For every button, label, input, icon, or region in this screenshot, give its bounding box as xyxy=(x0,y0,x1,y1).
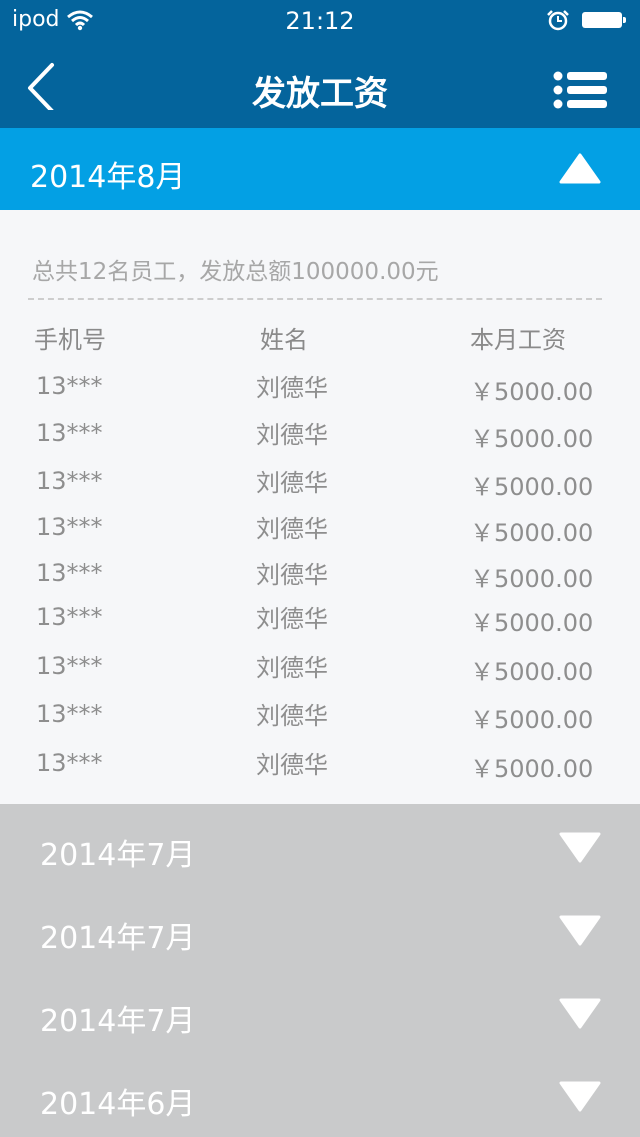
name-cell: 刘德华 xyxy=(256,654,328,682)
salary-cell: ￥5000.00 xyxy=(470,706,594,734)
name-cell: 刘德华 xyxy=(256,702,328,730)
phone-cell: 13*** xyxy=(36,652,103,680)
triangle-down-icon xyxy=(558,996,602,1034)
name-cell: 刘德华 xyxy=(256,561,328,589)
dashed-divider xyxy=(28,298,602,300)
month-header-collapsed[interactable]: 2014年7月 xyxy=(0,972,640,1054)
salary-cell: ￥5000.00 xyxy=(470,378,594,406)
salary-cell: ￥5000.00 xyxy=(470,473,594,501)
table-row: 13*** 刘德华 ￥5000.00 xyxy=(0,513,640,553)
phone-cell: 13*** xyxy=(36,559,103,587)
page-title: 发放工资 xyxy=(252,74,388,114)
table-row: 13*** 刘德华 ￥5000.00 xyxy=(0,749,640,789)
salary-cell: ￥5000.00 xyxy=(470,755,594,783)
month-label: 2014年7月 xyxy=(40,1004,196,1039)
status-bar: ipod 21:12 xyxy=(0,0,640,40)
phone-cell: 13*** xyxy=(36,467,103,495)
name-cell: 刘德华 xyxy=(256,515,328,543)
table-row: 13*** 刘德华 ￥5000.00 xyxy=(0,603,640,643)
phone-cell: 13*** xyxy=(36,749,103,777)
phone-cell: 13*** xyxy=(36,372,103,400)
alarm-icon xyxy=(546,9,570,35)
table-row: 13*** 刘德华 ￥5000.00 xyxy=(0,652,640,692)
navigation-bar: 发放工资 xyxy=(0,40,640,128)
salary-cell: ￥5000.00 xyxy=(470,565,594,593)
phone-cell: 13*** xyxy=(36,700,103,728)
name-cell: 刘德华 xyxy=(256,374,328,402)
column-header-salary: 本月工资 xyxy=(470,326,566,354)
battery-icon xyxy=(582,12,626,28)
triangle-down-icon xyxy=(558,830,602,868)
triangle-down-icon xyxy=(558,913,602,951)
table-row: 13*** 刘德华 ￥5000.00 xyxy=(0,559,640,599)
salary-cell: ￥5000.00 xyxy=(470,425,594,453)
month-header-collapsed[interactable]: 2014年6月 xyxy=(0,1055,640,1137)
month-header-collapsed[interactable]: 2014年7月 xyxy=(0,889,640,971)
month-label: 2014年7月 xyxy=(40,921,196,956)
table-row: 13*** 刘德华 ￥5000.00 xyxy=(0,700,640,740)
column-header-name: 姓名 xyxy=(260,326,308,354)
month-header-expanded[interactable]: 2014年8月 xyxy=(0,128,640,210)
column-header-phone: 手机号 xyxy=(34,326,106,354)
salary-detail-panel: 总共12名员工，发放总额100000.00元 手机号 姓名 本月工资 13***… xyxy=(0,210,640,804)
menu-button[interactable] xyxy=(552,70,608,110)
month-header-collapsed[interactable]: 2014年7月 xyxy=(0,806,640,888)
table-row: 13*** 刘德华 ￥5000.00 xyxy=(0,467,640,507)
phone-cell: 13*** xyxy=(36,603,103,631)
salary-cell: ￥5000.00 xyxy=(470,609,594,637)
triangle-up-icon xyxy=(558,152,602,190)
list-menu-icon xyxy=(553,71,607,109)
phone-cell: 13*** xyxy=(36,513,103,541)
name-cell: 刘德华 xyxy=(256,605,328,633)
month-label: 2014年7月 xyxy=(40,838,196,873)
status-time: 21:12 xyxy=(285,7,355,35)
salary-summary: 总共12名员工，发放总额100000.00元 xyxy=(32,259,439,285)
table-row: 13*** 刘德华 ￥5000.00 xyxy=(0,372,640,412)
month-label: 2014年6月 xyxy=(40,1087,196,1122)
name-cell: 刘德华 xyxy=(256,469,328,497)
table-row: 13*** 刘德华 ￥5000.00 xyxy=(0,419,640,459)
triangle-down-icon xyxy=(558,1079,602,1117)
phone-cell: 13*** xyxy=(36,419,103,447)
salary-cell: ￥5000.00 xyxy=(470,658,594,686)
salary-cell: ￥5000.00 xyxy=(470,519,594,547)
month-label: 2014年8月 xyxy=(30,160,186,195)
name-cell: 刘德华 xyxy=(256,751,328,779)
name-cell: 刘德华 xyxy=(256,421,328,449)
